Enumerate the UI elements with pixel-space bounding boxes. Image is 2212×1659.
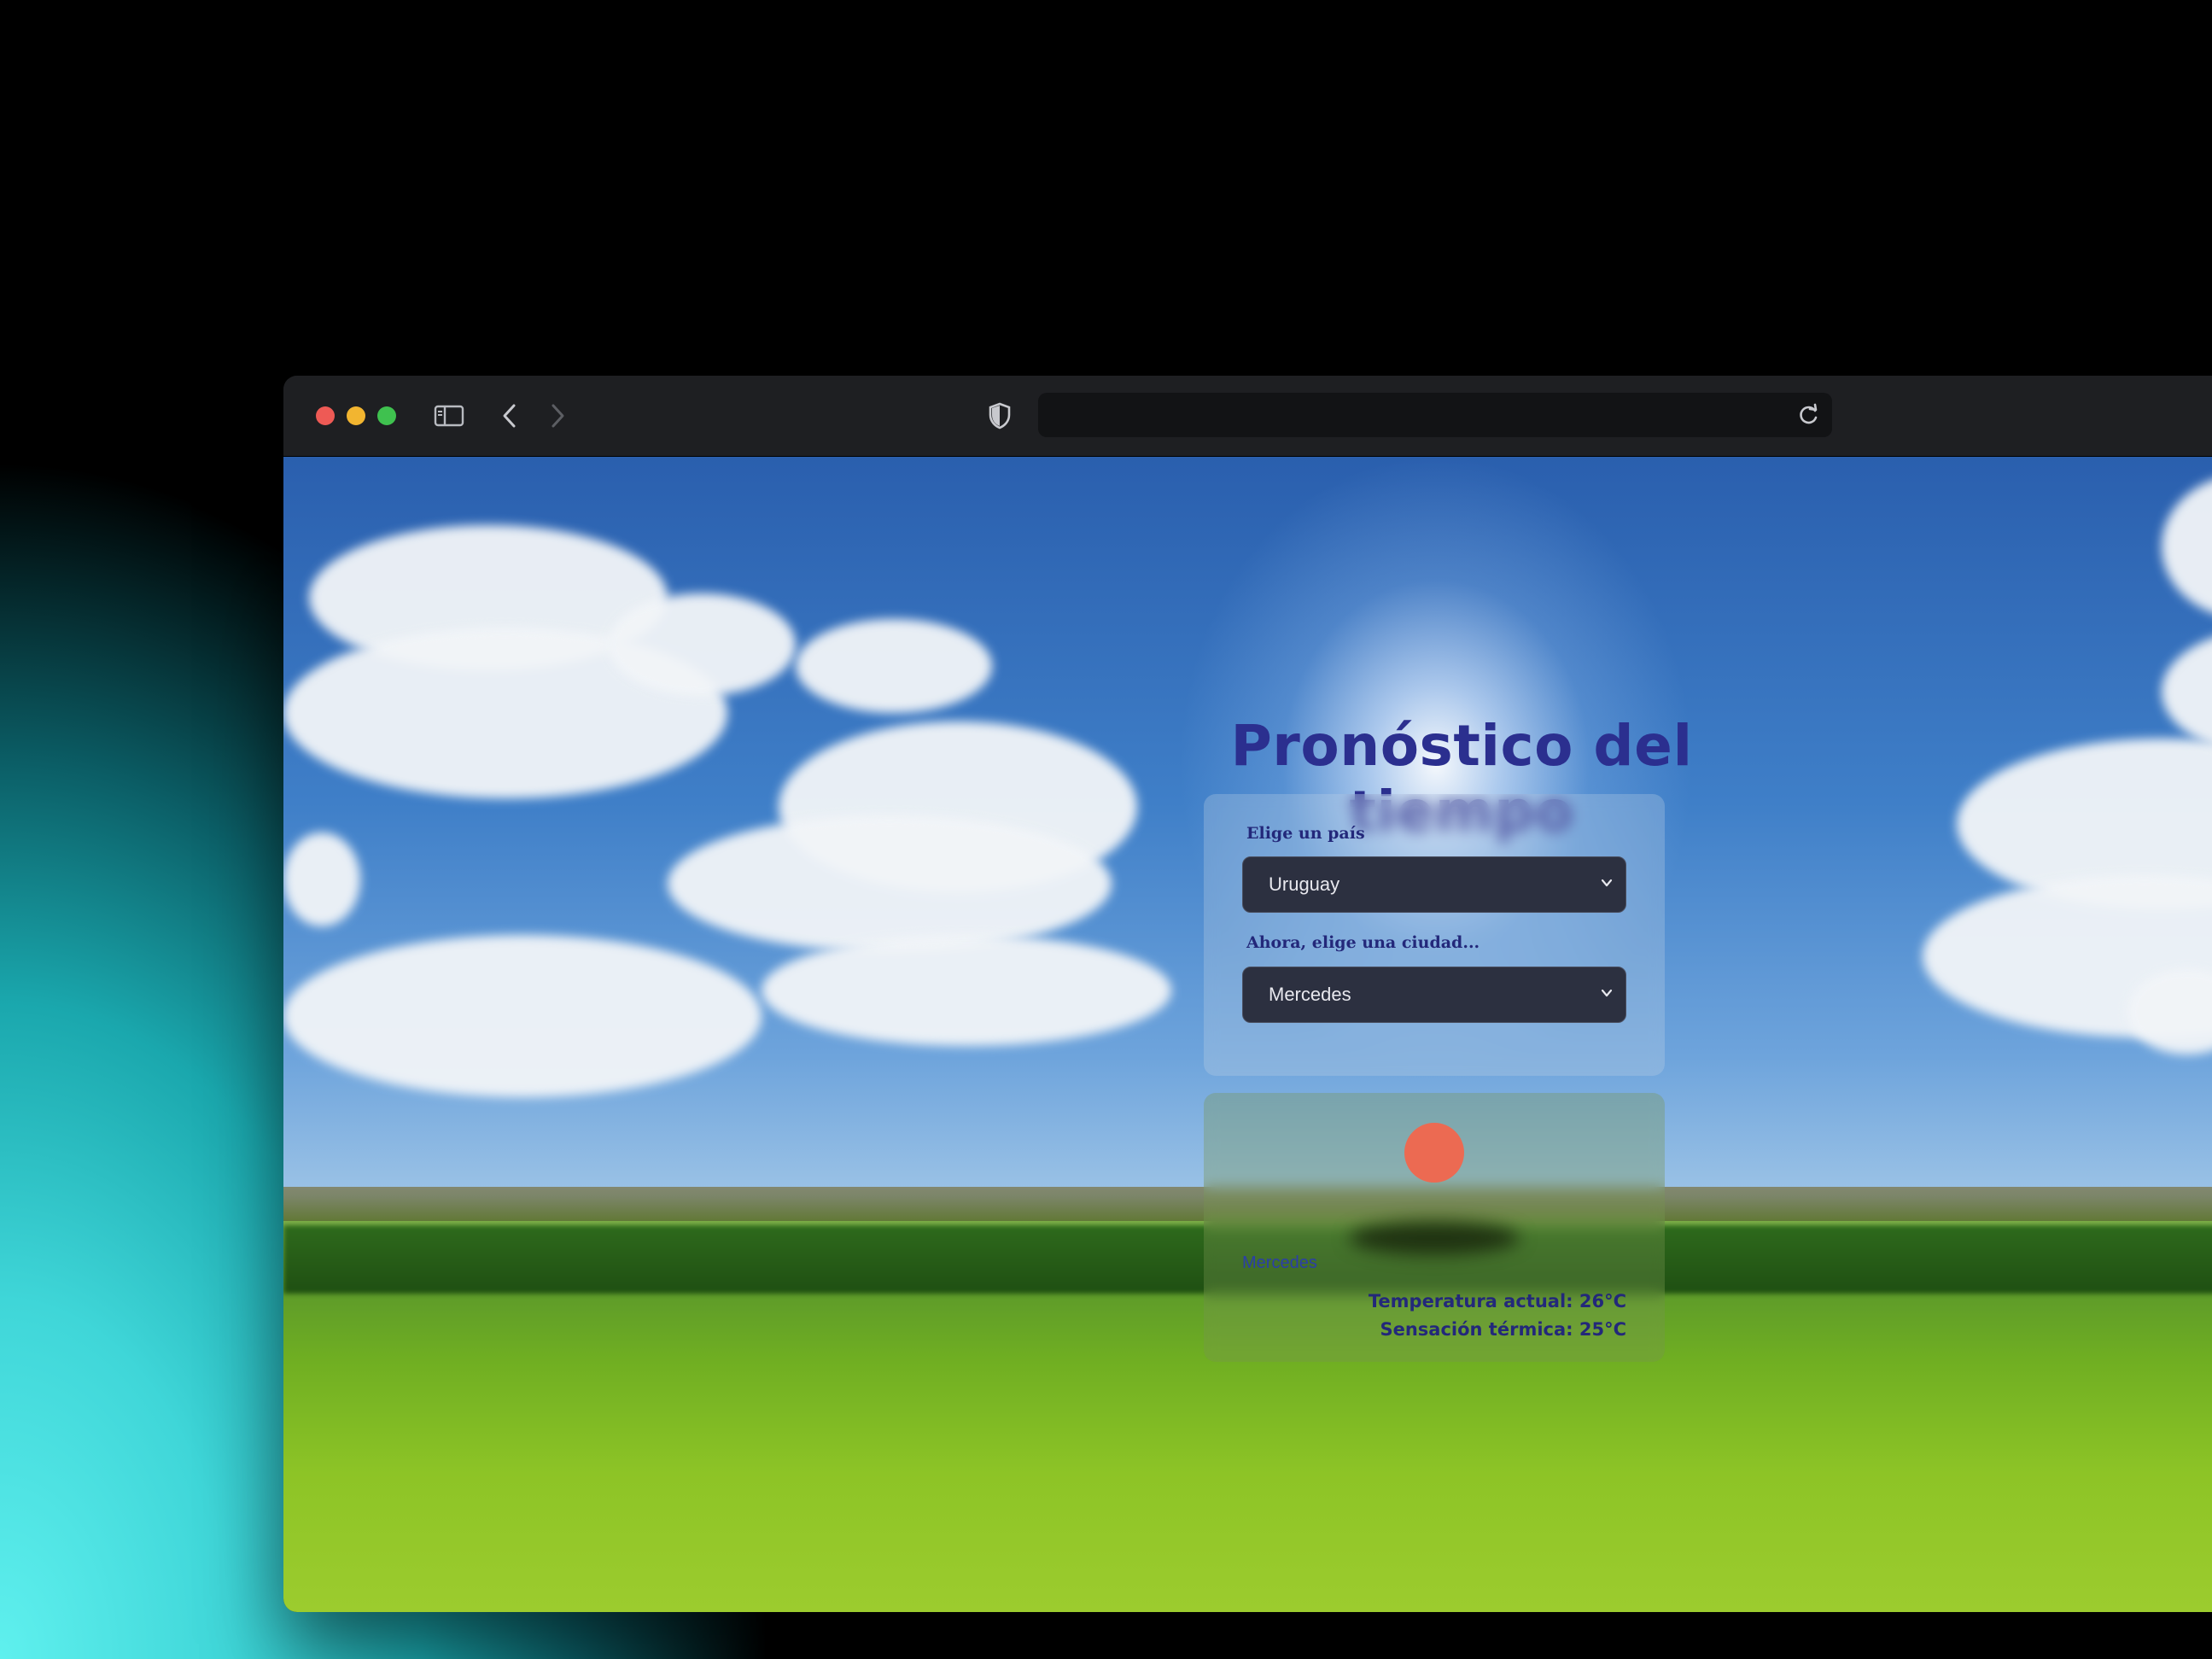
reload-icon[interactable] — [1795, 400, 1824, 430]
city-select[interactable]: Mercedes — [1242, 967, 1626, 1023]
result-city-name: Mercedes — [1242, 1253, 1317, 1272]
sun-icon — [1404, 1123, 1464, 1183]
cloud — [2162, 628, 2212, 756]
weather-result-card: Mercedes Temperatura actual: 26°C Sensac… — [1204, 1093, 1665, 1362]
privacy-shield-icon[interactable] — [985, 400, 1014, 432]
country-label: Elige un país — [1246, 824, 1365, 843]
close-window-button[interactable] — [316, 406, 335, 425]
city-select-value: Mercedes — [1269, 984, 1351, 1005]
address-bar[interactable] — [1038, 393, 1832, 437]
cloud — [762, 935, 1171, 1046]
forward-arrow-icon[interactable] — [545, 400, 570, 432]
minimize-window-button[interactable] — [347, 406, 365, 425]
chevron-down-icon — [1601, 989, 1613, 997]
location-selector-card: Elige un país Uruguay Ahora, elige una c… — [1204, 794, 1665, 1076]
cloud — [796, 619, 992, 713]
sidebar-toggle-icon[interactable] — [432, 400, 466, 432]
cloud — [668, 815, 1112, 952]
back-arrow-icon[interactable] — [497, 400, 522, 432]
web-page: Pronóstico del tiempo Elige un país Urug… — [283, 457, 2212, 1612]
city-label: Ahora, elige una ciudad... — [1246, 933, 1480, 952]
browser-window: Pronóstico del tiempo Elige un país Urug… — [283, 376, 2212, 1612]
cloud — [283, 935, 762, 1097]
cloud — [283, 832, 360, 926]
current-temperature: Temperatura actual: 26°C — [1368, 1291, 1626, 1311]
cloud — [608, 593, 796, 696]
country-select[interactable]: Uruguay — [1242, 856, 1626, 913]
cloud — [2162, 474, 2212, 619]
country-select-value: Uruguay — [1269, 873, 1340, 895]
zoom-window-button[interactable] — [377, 406, 396, 425]
feels-like-temperature: Sensación térmica: 25°C — [1380, 1319, 1626, 1340]
icon-shadow — [1349, 1221, 1520, 1255]
chevron-down-icon — [1601, 879, 1613, 887]
browser-toolbar — [283, 376, 2212, 457]
